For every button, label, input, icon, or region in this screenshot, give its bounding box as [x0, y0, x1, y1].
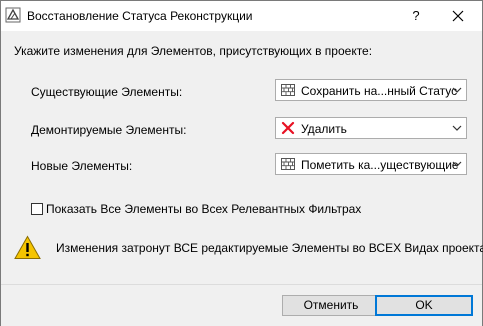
existing-elements-label: Существующие Элементы:	[31, 85, 183, 99]
existing-elements-select[interactable]: Сохранить на...нный Статус	[275, 79, 467, 101]
ok-button[interactable]: OK	[375, 295, 473, 316]
dialog-footer: Отменить OK	[1, 284, 482, 326]
title-bar: Восстановление Статуса Реконструкции ?	[1, 1, 482, 31]
dialog-window: Восстановление Статуса Реконструкции ? У…	[0, 0, 483, 326]
app-icon	[5, 7, 21, 23]
close-icon[interactable]	[448, 6, 468, 26]
window-title: Восстановление Статуса Реконструкции	[27, 9, 253, 23]
demolished-elements-label: Демонтируемые Элементы:	[31, 123, 187, 137]
chevron-down-icon	[452, 87, 462, 93]
chevron-down-icon	[452, 125, 462, 131]
new-elements-value: Пометить ка...уществующие	[301, 158, 459, 172]
warning-text: Изменения затронут ВСЕ редактируемые Эле…	[56, 241, 483, 255]
brick-wall-icon	[281, 84, 295, 96]
show-all-elements-checkbox[interactable]	[31, 203, 43, 215]
demolished-elements-select[interactable]: Удалить	[275, 117, 467, 139]
brick-wall-icon	[281, 158, 295, 170]
new-elements-select[interactable]: Пометить ка...уществующие	[275, 153, 467, 175]
new-elements-label: Новые Элементы:	[31, 159, 133, 173]
chevron-down-icon	[452, 161, 462, 167]
show-all-elements-label[interactable]: Показать Все Элементы во Всех Релевантны…	[46, 202, 361, 216]
warning-triangle-icon	[14, 235, 41, 259]
existing-elements-value: Сохранить на...нный Статус	[301, 84, 458, 98]
red-x-icon	[281, 121, 295, 135]
demolished-elements-value: Удалить	[301, 122, 347, 136]
cancel-button[interactable]: Отменить	[282, 295, 380, 316]
help-button[interactable]: ?	[406, 7, 426, 25]
instruction-text: Укажите изменения для Элементов, присутс…	[14, 44, 373, 58]
